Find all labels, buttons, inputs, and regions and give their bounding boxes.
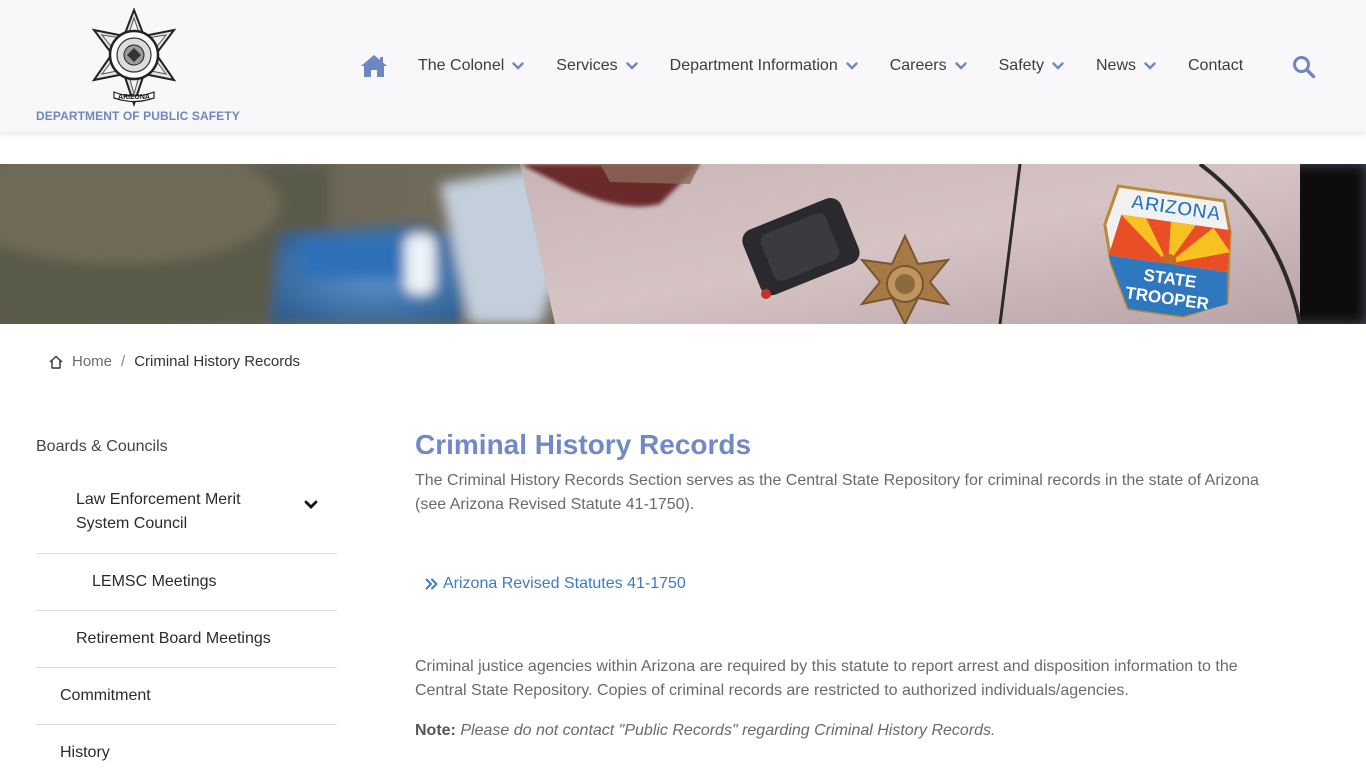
logo-text: DEPARTMENT OF PUBLIC SAFETY <box>36 109 240 123</box>
note-paragraph: Note: Please do not contact "Public Reco… <box>415 719 996 743</box>
sidebar-item-commitment[interactable]: Commitment <box>36 668 337 725</box>
sidebar-item-label: History <box>60 744 110 761</box>
nav-safety[interactable]: Safety <box>999 57 1064 75</box>
chevron-down-icon <box>625 62 638 70</box>
page-title: Criminal History Records <box>415 429 752 460</box>
chevron-down-icon[interactable] <box>304 494 318 518</box>
chevron-down-icon <box>846 62 858 70</box>
double-chevron-right-icon <box>425 578 439 590</box>
sidebar-item-history[interactable]: History <box>36 725 337 768</box>
sidebar-item-lemsc-council[interactable]: Law Enforcement Merit System Council <box>36 464 337 554</box>
site-header: ARIZONA DEPARTMENT OF PUBLIC SAFETY The … <box>0 0 1366 132</box>
dps-badge-icon: ARIZONA <box>91 8 177 108</box>
home-icon <box>361 55 387 77</box>
home-outline-icon[interactable] <box>48 354 64 370</box>
hero-banner: ARIZONA STATE TROOPER <box>0 164 1366 324</box>
note-text: Please do not contact "Public Records" r… <box>460 722 996 739</box>
search-icon <box>1293 56 1316 79</box>
nav-careers[interactable]: Careers <box>890 57 967 75</box>
site-logo[interactable]: ARIZONA DEPARTMENT OF PUBLIC SAFETY <box>36 8 240 126</box>
nav-label: Careers <box>889 57 947 74</box>
nav-news[interactable]: News <box>1096 57 1156 75</box>
statute-link-label: Arizona Revised Statutes 41-1750 <box>443 575 686 592</box>
sidebar-item-retirement-board-meetings[interactable]: Retirement Board Meetings <box>36 611 337 668</box>
sidebar-item-label: Commitment <box>60 687 151 704</box>
sidebar-item-label: Law Enforcement Merit System Council <box>76 491 241 532</box>
nav-label: Contact <box>1188 57 1244 74</box>
nav-home-button[interactable] <box>360 52 388 80</box>
chevron-down-icon <box>1144 62 1156 70</box>
nav-label: News <box>1095 57 1136 74</box>
chevron-down-icon <box>512 62 524 70</box>
main-nav: The Colonel Services Department Informat… <box>360 48 1243 84</box>
badge-bottom-text: ARIZONA <box>118 94 150 101</box>
search-button[interactable] <box>1292 55 1316 79</box>
nav-label: Department Information <box>669 57 838 74</box>
breadcrumb-current: Criminal History Records <box>134 353 301 370</box>
statute-link[interactable]: Arizona Revised Statutes 41-1750 <box>425 575 686 593</box>
sidebar-item-lemsc-meetings[interactable]: LEMSC Meetings <box>36 554 337 611</box>
chevron-down-icon <box>954 62 967 70</box>
main-content: Criminal History Records The Criminal Hi… <box>415 428 1275 739</box>
body-paragraph: Criminal justice agencies within Arizona… <box>415 658 1238 699</box>
breadcrumb-separator: / <box>121 353 126 370</box>
nav-department-information[interactable]: Department Information <box>670 57 858 75</box>
chevron-down-icon <box>1052 62 1064 70</box>
nav-label: The Colonel <box>418 57 505 74</box>
trooper-banner-image: ARIZONA STATE TROOPER <box>0 164 1366 324</box>
nav-label: Services <box>556 57 618 74</box>
nav-label: Safety <box>998 57 1044 74</box>
sidebar-nav: Boards & Councils Law Enforcement Merit … <box>36 430 337 768</box>
sidebar-heading-boards-councils[interactable]: Boards & Councils <box>36 430 337 464</box>
intro-paragraph: The Criminal History Records Section ser… <box>415 472 1259 513</box>
nav-the-colonel[interactable]: The Colonel <box>418 57 524 75</box>
breadcrumb: Home / Criminal History Records <box>48 353 300 370</box>
nav-services[interactable]: Services <box>556 57 638 75</box>
breadcrumb-home-link[interactable]: Home <box>72 353 112 370</box>
note-label: Note: <box>415 722 456 739</box>
sidebar-item-label: Retirement Board Meetings <box>76 630 271 647</box>
nav-contact[interactable]: Contact <box>1188 57 1243 75</box>
sidebar-item-label: LEMSC Meetings <box>92 573 217 590</box>
